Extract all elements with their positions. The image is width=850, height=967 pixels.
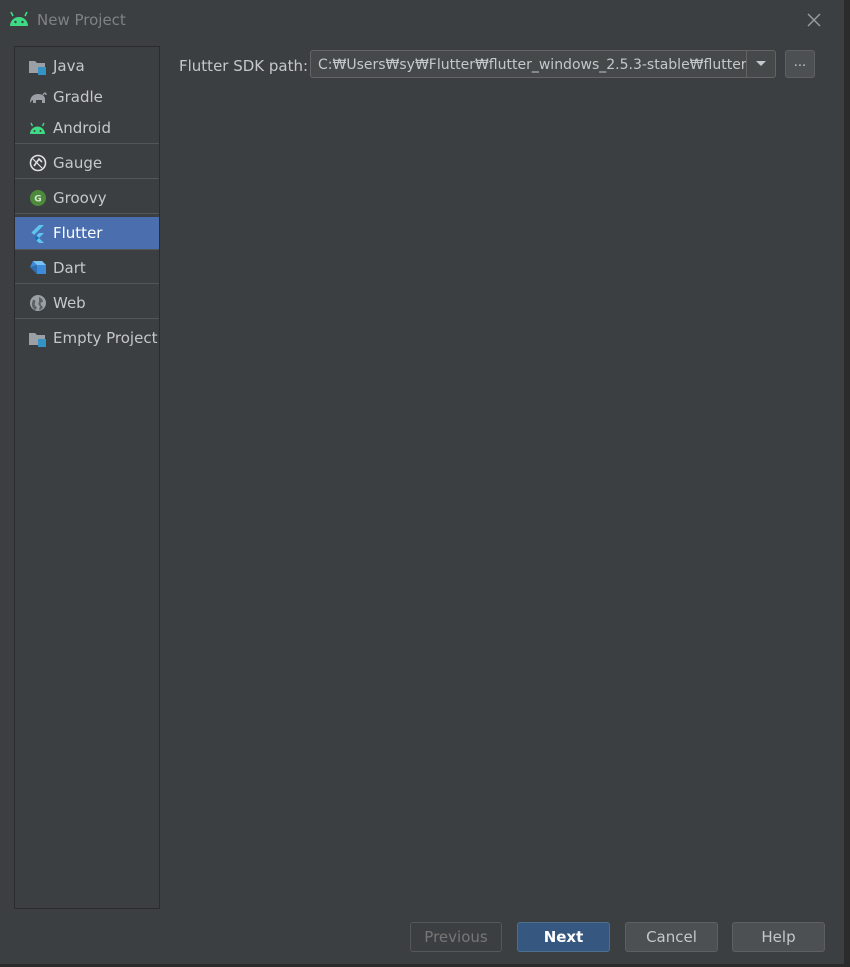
flutter-icon <box>28 224 47 243</box>
previous-button[interactable]: Previous <box>410 922 502 952</box>
sidebar-item-label: Android <box>53 119 111 137</box>
sidebar-item-label: Gauge <box>53 154 103 172</box>
sidebar-item-web[interactable]: Web <box>15 287 159 319</box>
android-icon <box>8 10 30 28</box>
divider <box>15 318 159 319</box>
divider <box>15 213 159 214</box>
gradle-elephant-icon <box>28 88 47 107</box>
flutter-sdk-path-value[interactable]: C:₩Users₩sy₩Flutter₩flutter_windows_2.5.… <box>318 57 747 73</box>
title-bar: New Project <box>0 0 844 40</box>
dialog-title: New Project <box>37 11 126 29</box>
android-icon <box>28 119 47 138</box>
sidebar-item-gradle[interactable]: Gradle <box>15 81 159 113</box>
gauge-icon <box>28 154 47 173</box>
java-folder-icon <box>28 57 47 76</box>
browse-sdk-button[interactable]: ... <box>785 50 815 78</box>
sidebar-item-label: Gradle <box>53 88 103 106</box>
sidebar-item-android[interactable]: Android <box>15 112 159 144</box>
sidebar-item-label: Dart <box>53 259 86 277</box>
empty-project-folder-icon <box>28 329 47 348</box>
web-globe-icon <box>28 294 47 313</box>
svg-text:G: G <box>34 195 41 205</box>
sidebar-item-label: Empty Project <box>53 329 158 347</box>
project-type-list: Java Gradle Android Gauge G Groovy Flutt… <box>14 46 160 909</box>
cancel-button[interactable]: Cancel <box>625 922 718 952</box>
sidebar-item-dart[interactable]: Dart <box>15 252 159 284</box>
divider <box>15 178 159 179</box>
dart-icon <box>28 259 47 278</box>
sidebar-item-groovy[interactable]: G Groovy <box>15 182 159 214</box>
divider <box>15 249 159 250</box>
sidebar-item-label: Groovy <box>53 189 107 207</box>
help-button[interactable]: Help <box>732 922 825 952</box>
sidebar-item-label: Java <box>53 57 85 75</box>
divider <box>15 283 159 284</box>
sidebar-item-empty-project[interactable]: Empty Project <box>15 322 159 354</box>
groovy-icon: G <box>28 189 47 208</box>
sidebar-item-label: Flutter <box>53 224 103 242</box>
flutter-sdk-path-label: Flutter SDK path: <box>179 57 309 75</box>
chevron-down-icon <box>756 61 766 66</box>
flutter-sdk-path-combobox[interactable]: C:₩Users₩sy₩Flutter₩flutter_windows_2.5.… <box>310 50 776 78</box>
divider <box>15 143 159 144</box>
sidebar-item-gauge[interactable]: Gauge <box>15 147 159 179</box>
new-project-dialog: New Project Java Gradle Android Gauge G … <box>0 0 845 965</box>
sdk-path-dropdown-button[interactable] <box>746 51 775 77</box>
sidebar-item-flutter[interactable]: Flutter <box>15 217 159 249</box>
close-icon[interactable] <box>804 10 824 30</box>
sidebar-item-java[interactable]: Java <box>15 50 159 82</box>
next-button[interactable]: Next <box>517 922 610 952</box>
sidebar-item-label: Web <box>53 294 86 312</box>
